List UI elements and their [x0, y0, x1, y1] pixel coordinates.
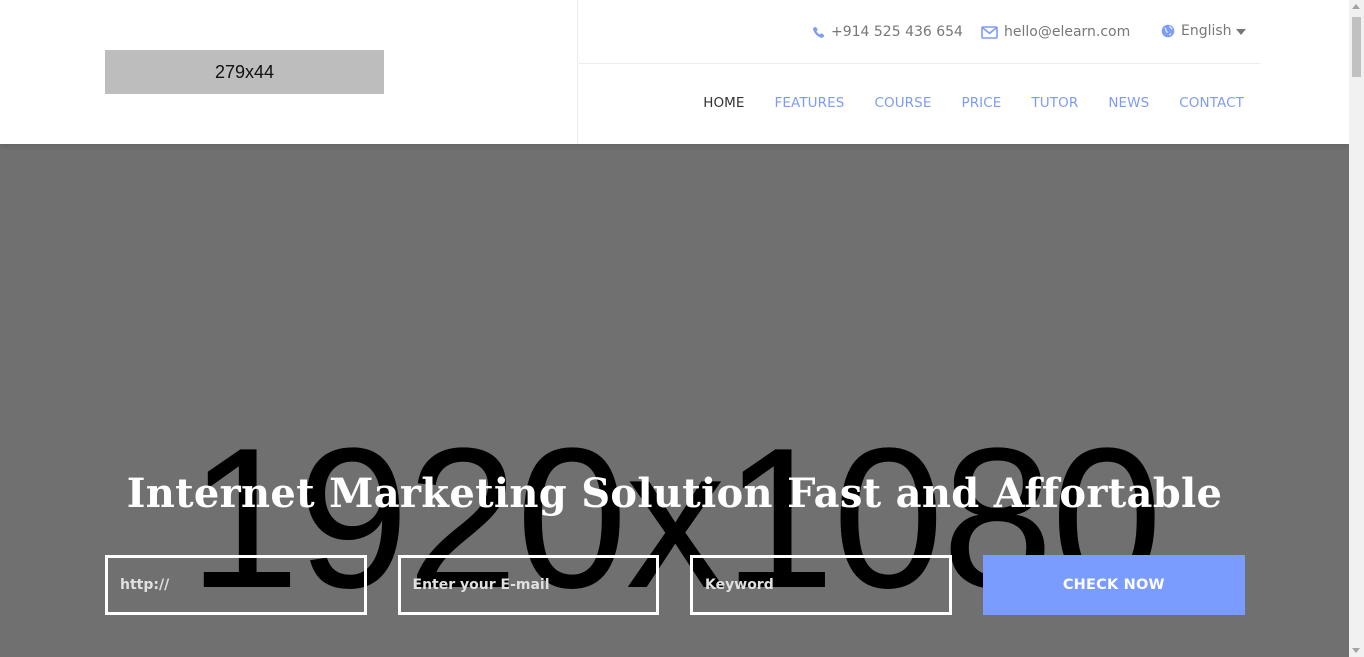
hero-section: 1920x1080 Internet Marketing Solution Fa… — [0, 144, 1349, 657]
scroll-down-arrow-icon[interactable] — [1352, 648, 1360, 653]
check-form: CHECK NOW — [105, 555, 1246, 615]
language-selector[interactable]: English — [1161, 23, 1246, 39]
nav-item-contact[interactable]: CONTACT — [1179, 95, 1244, 111]
email-address: hello@elearn.com — [1004, 24, 1131, 40]
keyword-input[interactable] — [690, 555, 952, 615]
phone-contact[interactable]: +914 525 436 654 — [812, 24, 963, 40]
nav-item-price[interactable]: PRICE — [961, 95, 1001, 111]
hero-title: Internet Marketing Solution Fast and Aff… — [126, 470, 1223, 517]
nav-item-features[interactable]: FEATURES — [775, 95, 845, 111]
caret-down-icon — [1235, 28, 1246, 35]
nav-item-tutor[interactable]: TUTOR — [1031, 95, 1078, 111]
email-input[interactable] — [397, 555, 660, 615]
logo[interactable]: 279x44 — [105, 50, 384, 94]
nav-item-home[interactable]: HOME — [703, 95, 744, 111]
nav-item-news[interactable]: NEWS — [1108, 95, 1149, 111]
check-now-button[interactable]: CHECK NOW — [982, 555, 1246, 615]
language-label: English — [1181, 23, 1232, 39]
scroll-up-arrow-icon[interactable] — [1352, 4, 1360, 9]
site-header: 279x44 +914 525 436 654 hello@elearn.com… — [0, 0, 1349, 144]
mail-icon — [981, 25, 998, 39]
logo-area: 279x44 — [0, 0, 578, 144]
contact-topbar: +914 525 436 654 hello@elearn.com Englis… — [579, 0, 1260, 64]
url-input[interactable] — [105, 555, 367, 615]
page-scrollbar[interactable] — [1349, 0, 1364, 657]
scrollbar-thumb[interactable] — [1352, 17, 1361, 77]
globe-icon — [1161, 24, 1175, 38]
email-contact[interactable]: hello@elearn.com — [981, 24, 1130, 40]
main-nav: HOME FEATURES COURSE PRICE TUTOR NEWS CO… — [703, 95, 1244, 111]
nav-item-course[interactable]: COURSE — [874, 95, 931, 111]
phone-number: +914 525 436 654 — [831, 24, 963, 40]
phone-icon — [812, 26, 825, 39]
